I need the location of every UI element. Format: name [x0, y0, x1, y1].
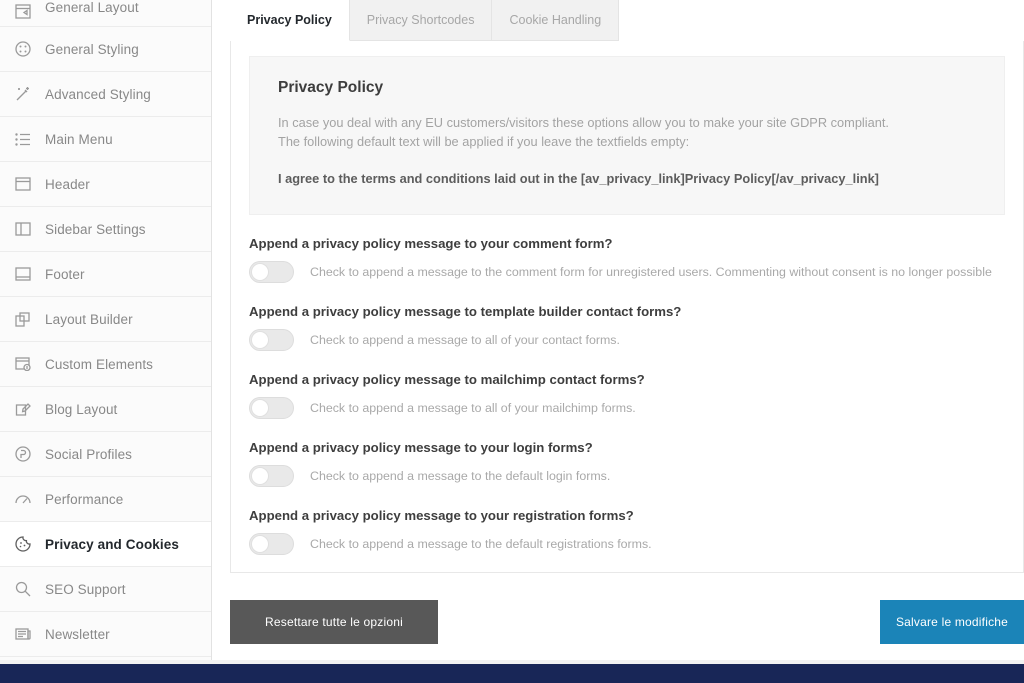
layout-icon — [12, 0, 34, 22]
option-description: Check to append a message to all of your… — [310, 401, 636, 415]
sidebar-item-label: SEO Support — [45, 581, 126, 597]
sidebar-item-social-profiles[interactable]: Social Profiles — [0, 432, 211, 477]
option-control-row: Check to append a message to the comment… — [249, 261, 1005, 283]
search-icon — [12, 578, 34, 600]
sidebar-item-label: Main Menu — [45, 131, 113, 147]
privacy-policy-panel: Privacy Policy In case you deal with any… — [230, 41, 1024, 573]
option-title: Append a privacy policy message to your … — [249, 440, 593, 455]
form-footer: Resettare tutte le opzioni Salvare le mo… — [212, 578, 1024, 664]
save-changes-button[interactable]: Salvare le modifiche — [880, 600, 1024, 644]
settings-sidebar[interactable]: General Layout General Styling Advanced St… — [0, 0, 212, 664]
sidebar-item-label: Footer — [45, 266, 85, 282]
option-description: Check to append a message to all of your… — [310, 333, 620, 347]
option-toggle[interactable] — [249, 397, 294, 419]
sidebar-item-seo-support[interactable]: SEO Support — [0, 567, 211, 612]
option-description: Check to append a message to the default… — [310, 537, 652, 551]
sidebar-item-custom-elements[interactable]: Custom Elements — [0, 342, 211, 387]
toggle-knob — [251, 467, 269, 485]
option-row: Append a privacy policy message to templ… — [249, 283, 1005, 351]
sidebar-item-label: Social Profiles — [45, 446, 133, 462]
magic-wand-icon — [12, 83, 34, 105]
option-description: Check to append a message to the comment… — [310, 265, 992, 279]
sidebar-item-label: Custom Elements — [45, 356, 154, 372]
palette-icon — [12, 38, 34, 60]
sidebar-item-label: Advanced Styling — [45, 86, 151, 102]
sidebar-item-footer[interactable]: Footer — [0, 252, 211, 297]
option-control-row: Check to append a message to all of your… — [249, 397, 1005, 419]
newspaper-icon — [12, 623, 34, 645]
option-description: Check to append a message to the default… — [310, 469, 611, 483]
toggle-knob — [251, 399, 269, 417]
option-title: Append a privacy policy message to your … — [249, 508, 634, 523]
sidebar-item-newsletter[interactable]: Newsletter — [0, 612, 211, 657]
option-toggle[interactable] — [249, 465, 294, 487]
sidebar-item-label: Sidebar Settings — [45, 221, 146, 237]
content-area: Privacy Policy Privacy Shortcodes Cookie H… — [212, 0, 1024, 664]
list-icon — [12, 128, 34, 150]
sidebar-item-label: General Layout — [45, 0, 139, 15]
footer-icon — [12, 263, 34, 285]
sidebar-item-label: Privacy and Cookies — [45, 536, 179, 552]
privacy-policy-infobox: Privacy Policy In case you deal with any… — [249, 56, 1005, 215]
sidebar-item-label: Header — [45, 176, 90, 192]
admin-bottom-bar — [0, 664, 1024, 683]
options-list: Append a privacy policy message to your … — [231, 215, 1023, 555]
person-circle-icon — [12, 443, 34, 465]
infobox-line-1: In case you deal with any EU customers/v… — [278, 115, 889, 130]
sidebar-item-performance[interactable]: Performance — [0, 477, 211, 522]
option-control-row: Check to append a message to the default… — [249, 465, 1005, 487]
tab-bar[interactable]: Privacy Policy Privacy Shortcodes Cookie H… — [230, 0, 620, 41]
option-row: Append a privacy policy message to your … — [249, 215, 1005, 283]
gauge-icon — [12, 488, 34, 510]
option-title: Append a privacy policy message to mailc… — [249, 372, 645, 387]
sidebar-item-general-layout[interactable]: General Layout — [0, 0, 211, 27]
toggle-knob — [251, 535, 269, 553]
pencil-note-icon — [12, 398, 34, 420]
header-icon — [12, 173, 34, 195]
toggle-knob — [251, 263, 269, 281]
sidebar-item-label: Blog Layout — [45, 401, 118, 417]
sidebar-item-layout-builder[interactable]: Layout Builder — [0, 297, 211, 342]
infobox-title: Privacy Policy — [278, 79, 384, 96]
option-toggle[interactable] — [249, 533, 294, 555]
sidebar-item-label: Performance — [45, 491, 124, 507]
reset-all-options-button[interactable]: Resettare tutte le opzioni — [230, 600, 438, 644]
sidebar-item-privacy-and-cookies[interactable]: Privacy and Cookies — [0, 522, 211, 567]
option-row: Append a privacy policy message to your … — [249, 419, 1005, 487]
option-row: Append a privacy policy message to mailc… — [249, 351, 1005, 419]
infobox-default-text: I agree to the terms and conditions laid… — [278, 171, 879, 186]
option-title: Append a privacy policy message to templ… — [249, 304, 682, 319]
tab-cookie-handling[interactable]: Cookie Handling — [492, 0, 620, 41]
sidebar-item-sidebar-settings[interactable]: Sidebar Settings — [0, 207, 211, 252]
sidebar-item-header[interactable]: Header — [0, 162, 211, 207]
option-control-row: Check to append a message to all of your… — [249, 329, 1005, 351]
custom-window-icon — [12, 353, 34, 375]
option-control-row: Check to append a message to the default… — [249, 533, 1005, 555]
option-row: Append a privacy policy message to your … — [249, 487, 1005, 555]
sidebar-item-label: Layout Builder — [45, 311, 133, 327]
sidebar-item-main-menu[interactable]: Main Menu — [0, 117, 211, 162]
sidebar-item-advanced-styling[interactable]: Advanced Styling — [0, 72, 211, 117]
tab-privacy-shortcodes[interactable]: Privacy Shortcodes — [349, 0, 493, 41]
option-toggle[interactable] — [249, 261, 294, 283]
infobox-line-2: The following default text will be appli… — [278, 134, 690, 149]
sidebar-item-label: General Styling — [45, 41, 139, 57]
option-toggle[interactable] — [249, 329, 294, 351]
sidebar-icon — [12, 218, 34, 240]
option-title: Append a privacy policy message to your … — [249, 236, 613, 251]
sidebar-item-general-styling[interactable]: General Styling — [0, 27, 211, 72]
sidebar-item-blog-layout[interactable]: Blog Layout — [0, 387, 211, 432]
builder-icon — [12, 308, 34, 330]
tab-privacy-policy[interactable]: Privacy Policy — [230, 0, 350, 41]
toggle-knob — [251, 331, 269, 349]
cookie-icon — [12, 533, 34, 555]
sidebar-item-label: Newsletter — [45, 626, 110, 642]
admin-options-page: General Layout General Styling Advanced St… — [0, 0, 1024, 683]
